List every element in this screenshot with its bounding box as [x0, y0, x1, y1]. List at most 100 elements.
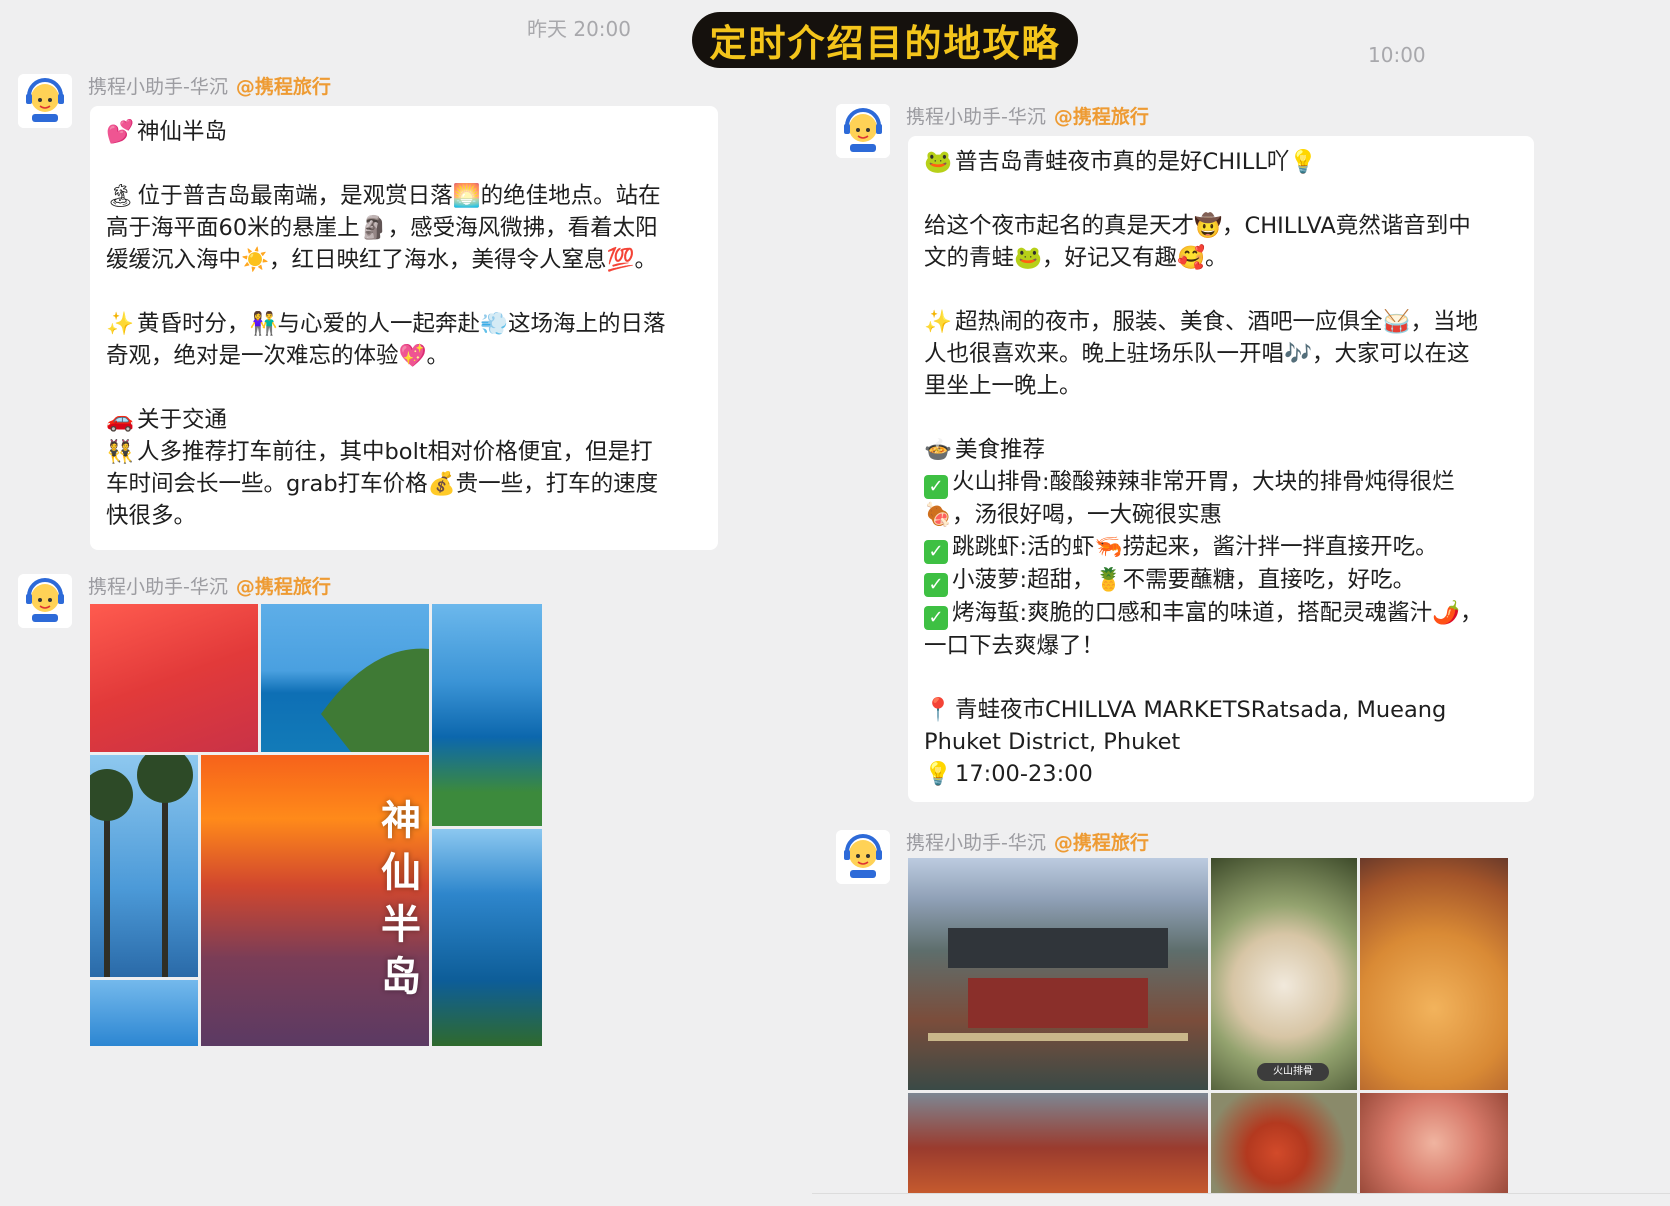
title-banner: 定时介绍目的地攻略: [692, 12, 1078, 68]
checkmark-icon: ✓: [924, 606, 948, 630]
assistant-avatar-icon: [18, 74, 72, 128]
message-bubble-left[interactable]: 💕 神仙半岛 🏝 位于普吉岛最南端，是观赏日落🌅的绝佳地点。站在高于海平面60米的悬崖…: [90, 106, 718, 550]
overlay-title: 神仙半岛: [381, 798, 421, 1000]
avatar[interactable]: [18, 574, 72, 628]
checkmark-icon: ✓: [924, 573, 948, 597]
night-market-photo: [908, 858, 1208, 1090]
sea-view-photo: [432, 604, 542, 826]
sender-name: 携程小助手-华沉: [88, 76, 228, 98]
assistant-avatar-icon: [836, 830, 890, 884]
message-line: 💕 神仙半岛: [106, 116, 702, 148]
line-text: 车时间会长一些。grab打车价格💰贵一些，打车的速度: [106, 471, 659, 497]
sender-tag[interactable]: @携程旅行: [1054, 106, 1149, 128]
message-line: 文的青蛙🐸，好记又有趣🥰。: [924, 242, 1518, 274]
soup-photo: 火山排骨: [1211, 858, 1357, 1090]
avatar[interactable]: [836, 104, 890, 158]
message-line: 奇观，绝对是一次难忘的体验💖。: [106, 340, 702, 372]
message-line: 高于海平面60米的悬崖上🗿，感受海风微拂，看着太阳: [106, 212, 702, 244]
sender-label: 携程小助手-华沉 @携程旅行: [88, 572, 331, 599]
line-text: 小菠萝:超甜，🍍不需要蘸糖，直接吃，好吃。: [952, 567, 1416, 593]
message-line: 🏝 位于普吉岛最南端，是观赏日落🌅的绝佳地点。站在: [106, 180, 702, 212]
grill-stall-photo: [908, 1093, 1208, 1193]
message-line: ✨ 黄昏时分，👫与心爱的人一起奔赴💨这场海上的日落: [106, 308, 702, 340]
emoji-icon: 👯: [106, 439, 135, 465]
message-line: 📍 青蛙夜市CHILLVA MARKETSRatsada, Mueang: [924, 694, 1518, 726]
line-text: 超热闹的夜市，服装、美食、酒吧一应俱全🥁，当地: [955, 309, 1479, 335]
emoji-icon: 💡: [924, 761, 953, 787]
message-line: Phuket District, Phuket: [924, 726, 1518, 758]
emoji-icon: ✨: [924, 309, 953, 335]
message-line: 💡 17:00-23:00: [924, 758, 1518, 790]
emoji-icon: ✨: [106, 311, 135, 337]
line-text: 里坐上一晚上。: [924, 373, 1082, 399]
message-line: ✓ 跳跳虾:活的虾🦐捞起来，酱汁拌一拌直接开吃。: [924, 531, 1518, 564]
line-text: 烤海蜇:爽脆的口感和丰富的味道，搭配灵魂酱汁🌶️，: [952, 600, 1483, 626]
image-collage-promthep[interactable]: 神仙半岛: [90, 604, 542, 1046]
emoji-icon: 🏝: [106, 183, 135, 209]
avatar[interactable]: [18, 74, 72, 128]
checkmark-icon: ✓: [924, 475, 948, 499]
line-text: 🍖，汤很好喝，一大碗很实惠: [924, 502, 1223, 528]
line-text: 跳跳虾:活的虾🦐捞起来，酱汁拌一拌直接开吃。: [952, 534, 1438, 560]
line-text: 一口下去爽爆了！: [924, 633, 1105, 659]
message-bubble-right[interactable]: 🐸 普吉岛青蛙夜市真的是好CHILL吖💡 给这个夜市起名的真是天才🤠，CHILLVA…: [908, 136, 1534, 802]
emoji-icon: 💕: [106, 119, 135, 145]
message-line: ✓ 小菠萝:超甜，🍍不需要蘸糖，直接吃，好吃。: [924, 564, 1518, 597]
sender-name: 携程小助手-华沉: [906, 832, 1046, 854]
emoji-icon: 🍲: [924, 437, 953, 463]
palm-trees-photo: [90, 755, 198, 977]
assistant-avatar-icon: [18, 574, 72, 628]
line-text: 美食推荐: [955, 437, 1046, 463]
message-line: ✓ 火山排骨:酸酸辣辣非常开胃，大块的排骨炖得很烂: [924, 466, 1518, 499]
assistant-avatar-icon: [836, 104, 890, 158]
sender-tag[interactable]: @携程旅行: [236, 76, 331, 98]
line-text: 高于海平面60米的悬崖上🗿，感受海风微拂，看着太阳: [106, 215, 658, 241]
line-text: 关于交通: [137, 407, 228, 433]
ocean-photo: [90, 980, 198, 1046]
message-line: ✨ 超热闹的夜市，服装、美食、酒吧一应俱全🥁，当地: [924, 306, 1518, 338]
line-text: 人多推荐打车前往，其中bolt相对价格便宜，但是打: [137, 439, 653, 465]
dish-label: 火山排骨: [1257, 1063, 1329, 1081]
sunset-title-photo: 神仙半岛: [201, 755, 429, 1046]
sender-label: 携程小助手-华沉 @携程旅行: [906, 102, 1149, 129]
line-text: 普吉岛青蛙夜市真的是好CHILL吖💡: [955, 149, 1318, 175]
line-text: 文的青蛙🐸，好记又有趣🥰。: [924, 245, 1228, 271]
avatar[interactable]: [836, 830, 890, 884]
message-line: 一口下去爽爆了！: [924, 630, 1518, 662]
message-line: 快很多。: [106, 500, 702, 532]
sender-tag[interactable]: @携程旅行: [1054, 832, 1149, 854]
emoji-icon: 🐸: [924, 149, 953, 175]
line-text: 神仙半岛: [137, 119, 228, 145]
line-text: 人也很喜欢来。晚上驻场乐队一开唱🎶，大家可以在这: [924, 341, 1470, 367]
sender-label: 携程小助手-华沉 @携程旅行: [906, 828, 1149, 855]
sender-tag[interactable]: @携程旅行: [236, 576, 331, 598]
message-line: 人也很喜欢来。晚上驻场乐队一开唱🎶，大家可以在这: [924, 338, 1518, 370]
line-text: Phuket District, Phuket: [924, 729, 1181, 755]
line-text: 奇观，绝对是一次难忘的体验💖。: [106, 343, 450, 369]
seafood-photo: [1360, 1093, 1508, 1193]
message-line: 里坐上一晚上。: [924, 370, 1518, 402]
message-line: 🐸 普吉岛青蛙夜市真的是好CHILL吖💡: [924, 146, 1518, 178]
message-line: 车时间会长一些。grab打车价格💰贵一些，打车的速度: [106, 468, 702, 500]
message-line: 缓缓沉入海中☀️，红日映红了海水，美得令人窒息💯。: [106, 244, 702, 276]
line-text: 火山排骨:酸酸辣辣非常开胃，大块的排骨炖得很烂: [952, 469, 1455, 495]
image-collage-chillva[interactable]: 火山排骨: [908, 858, 1508, 1193]
sunset-sky-photo: [90, 604, 258, 752]
timestamp-right: 10:00: [1368, 43, 1426, 67]
fried-food-photo: [1360, 858, 1508, 1090]
emoji-icon: 📍: [924, 697, 953, 723]
message-line: 🚗 关于交通: [106, 404, 702, 436]
line-text: 黄昏时分，👫与心爱的人一起奔赴💨这场海上的日落: [137, 311, 666, 337]
line-text: 缓缓沉入海中☀️，红日映红了海水，美得令人窒息💯。: [106, 247, 658, 273]
sender-name: 携程小助手-华沉: [88, 576, 228, 598]
line-text: 青蛙夜市CHILLVA MARKETSRatsada, Mueang: [955, 697, 1447, 723]
coast-photo: [261, 604, 429, 752]
line-text: 位于普吉岛最南端，是观赏日落🌅的绝佳地点。站在: [137, 183, 661, 209]
emoji-icon: 🚗: [106, 407, 135, 433]
checkmark-icon: ✓: [924, 540, 948, 564]
